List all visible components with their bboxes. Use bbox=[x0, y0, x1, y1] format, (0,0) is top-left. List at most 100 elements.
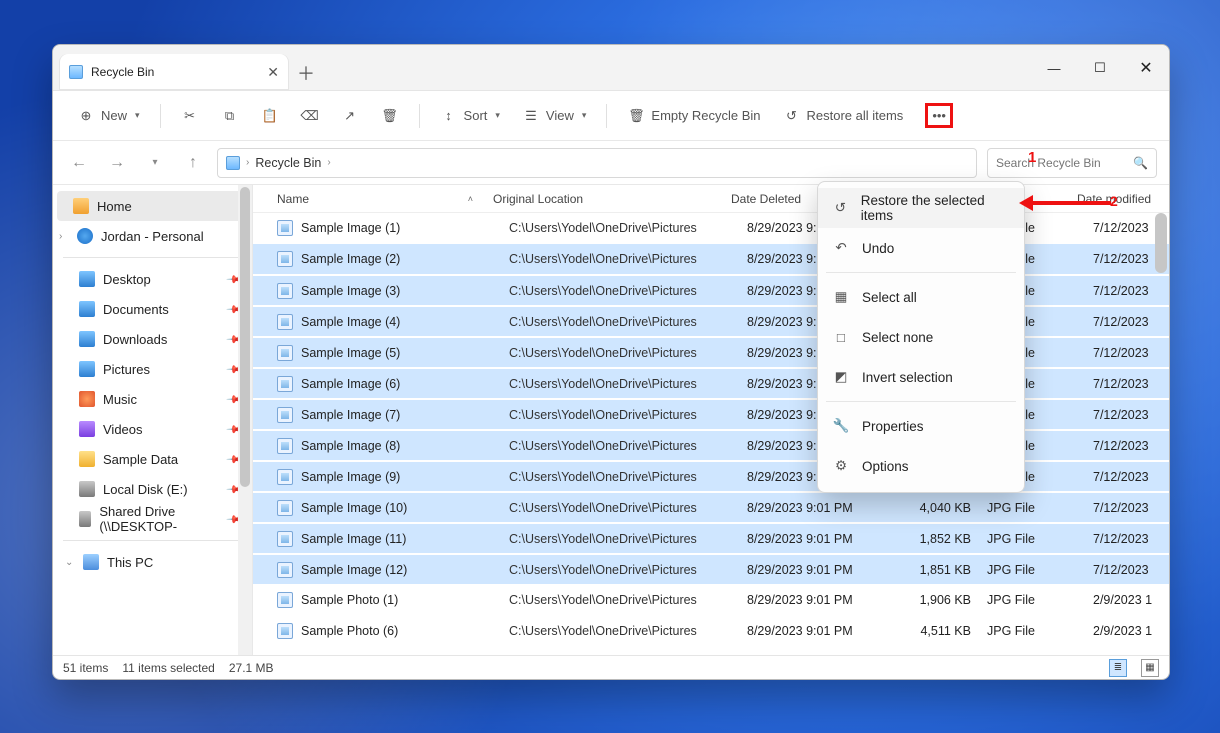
file-row[interactable]: Sample Image (7) C:\Users\Yodel\OneDrive… bbox=[253, 399, 1169, 430]
menu-select-none[interactable]: □ Select none bbox=[818, 317, 1024, 357]
history-chevron-icon[interactable]: ▾ bbox=[141, 149, 169, 177]
home-icon bbox=[73, 198, 89, 214]
cell-original-location: C:\Users\Yodel\OneDrive\Pictures bbox=[509, 315, 747, 329]
sidebar-label: Documents bbox=[103, 302, 169, 317]
separator bbox=[63, 540, 242, 541]
sidebar-label: Videos bbox=[103, 422, 143, 437]
wrench-icon: 🔧 bbox=[832, 417, 850, 435]
cut-button[interactable]: ✂ bbox=[173, 99, 207, 133]
cell-name: Sample Image (5) bbox=[301, 346, 509, 360]
file-row[interactable]: Sample Image (9) C:\Users\Yodel\OneDrive… bbox=[253, 461, 1169, 492]
sidebar-item[interactable]: Sample Data 📌 bbox=[53, 444, 252, 474]
tab-close-icon[interactable]: ✕ bbox=[267, 64, 279, 81]
more-button[interactable]: ••• bbox=[917, 99, 961, 133]
view-button[interactable]: ☰ View ▾ bbox=[514, 99, 594, 133]
maximize-button[interactable]: ☐ bbox=[1077, 45, 1123, 91]
empty-recycle-bin-button[interactable]: 🗑 Empty Recycle Bin bbox=[619, 99, 768, 133]
sidebar-label: Desktop bbox=[103, 272, 151, 287]
sidebar-item[interactable]: Downloads 📌 bbox=[53, 324, 252, 354]
sidebar: Home › Jordan - Personal Desktop 📌 Docum… bbox=[53, 185, 253, 655]
sidebar-scrollbar[interactable] bbox=[238, 185, 252, 655]
menu-invert-selection[interactable]: ◩ Invert selection bbox=[818, 357, 1024, 397]
cell-size: 4,040 KB bbox=[907, 501, 977, 515]
scrollbar-thumb[interactable] bbox=[1155, 213, 1167, 273]
gear-icon: ⚙ bbox=[832, 457, 850, 475]
details-view-button[interactable]: ≣ bbox=[1109, 659, 1127, 677]
menu-options[interactable]: ⚙ Options bbox=[818, 446, 1024, 486]
close-button[interactable]: ✕ bbox=[1123, 45, 1169, 91]
file-row[interactable]: Sample Image (10) C:\Users\Yodel\OneDriv… bbox=[253, 492, 1169, 523]
chevron-down-icon: ▾ bbox=[135, 110, 140, 121]
tab-recycle-bin[interactable]: Recycle Bin ✕ bbox=[59, 54, 289, 90]
new-tab-button[interactable]: ＋ bbox=[289, 56, 323, 90]
select-none-icon: □ bbox=[832, 328, 850, 346]
explorer-window: Recycle Bin ✕ ＋ — ☐ ✕ ⊕ New ▾ ✂ ⧉ 📋 ⌫ ↗ … bbox=[52, 44, 1170, 680]
file-row[interactable]: Sample Photo (6) C:\Users\Yodel\OneDrive… bbox=[253, 616, 1169, 647]
chevron-down-icon: ▾ bbox=[582, 110, 587, 121]
copy-icon: ⧉ bbox=[221, 107, 239, 125]
search-box[interactable]: 🔍 bbox=[987, 148, 1157, 178]
sidebar-item[interactable]: Pictures 📌 bbox=[53, 354, 252, 384]
file-row[interactable]: Sample Image (4) C:\Users\Yodel\OneDrive… bbox=[253, 306, 1169, 337]
file-row[interactable]: Sample Image (6) C:\Users\Yodel\OneDrive… bbox=[253, 368, 1169, 399]
rename-button[interactable]: ⌫ bbox=[293, 99, 327, 133]
folder-icon bbox=[79, 391, 95, 407]
chevron-down-icon: ⌄ bbox=[65, 557, 75, 568]
more-menu: ↺ Restore the selected items ↶ Undo ▦ Se… bbox=[817, 181, 1025, 493]
sidebar-item[interactable]: Videos 📌 bbox=[53, 414, 252, 444]
cell-original-location: C:\Users\Yodel\OneDrive\Pictures bbox=[509, 408, 747, 422]
sidebar-item-onedrive[interactable]: › Jordan - Personal bbox=[53, 221, 252, 251]
delete-button[interactable]: 🗑 bbox=[373, 99, 407, 133]
cell-size: 4,511 KB bbox=[907, 624, 977, 638]
col-name[interactable]: Name ˄ bbox=[277, 192, 493, 206]
sidebar-item-home[interactable]: Home bbox=[57, 191, 248, 221]
col-original-location[interactable]: Original Location bbox=[493, 192, 731, 206]
sidebar-item[interactable]: Shared Drive (\\DESKTOP- 📌 bbox=[53, 504, 252, 534]
file-row[interactable]: Sample Image (2) C:\Users\Yodel\OneDrive… bbox=[253, 244, 1169, 275]
file-row[interactable]: Sample Image (3) C:\Users\Yodel\OneDrive… bbox=[253, 275, 1169, 306]
forward-button[interactable]: → bbox=[103, 149, 131, 177]
restore-all-button[interactable]: ↺ Restore all items bbox=[775, 99, 912, 133]
sidebar-item[interactable]: Music 📌 bbox=[53, 384, 252, 414]
search-input[interactable] bbox=[996, 156, 1127, 170]
share-button[interactable]: ↗ bbox=[333, 99, 367, 133]
menu-label: Restore the selected items bbox=[861, 193, 1010, 223]
paste-button[interactable]: 📋 bbox=[253, 99, 287, 133]
file-row[interactable]: Sample Image (8) C:\Users\Yodel\OneDrive… bbox=[253, 430, 1169, 461]
new-button[interactable]: ⊕ New ▾ bbox=[69, 99, 148, 133]
file-row[interactable]: Sample Image (12) C:\Users\Yodel\OneDriv… bbox=[253, 554, 1169, 585]
sidebar-item-thispc[interactable]: ⌄ This PC bbox=[53, 547, 252, 577]
minimize-button[interactable]: — bbox=[1031, 45, 1077, 91]
cell-type: JPG File bbox=[977, 501, 1077, 515]
scrollbar-thumb[interactable] bbox=[240, 187, 250, 487]
address-bar[interactable]: › Recycle Bin › bbox=[217, 148, 977, 178]
ellipsis-icon: ••• bbox=[925, 103, 953, 128]
list-scrollbar[interactable] bbox=[1153, 185, 1169, 655]
file-icon bbox=[277, 623, 293, 639]
back-button[interactable]: ← bbox=[65, 149, 93, 177]
menu-select-all[interactable]: ▦ Select all bbox=[818, 277, 1024, 317]
menu-properties[interactable]: 🔧 Properties bbox=[818, 406, 1024, 446]
file-row[interactable]: Sample Image (5) C:\Users\Yodel\OneDrive… bbox=[253, 337, 1169, 368]
sort-button[interactable]: ↕ Sort ▾ bbox=[432, 99, 508, 133]
cell-name: Sample Image (1) bbox=[301, 221, 509, 235]
file-row[interactable]: Sample Image (1) C:\Users\Yodel\OneDrive… bbox=[253, 213, 1169, 244]
file-row[interactable]: Sample Photo (1) C:\Users\Yodel\OneDrive… bbox=[253, 585, 1169, 616]
sidebar-item[interactable]: Documents 📌 bbox=[53, 294, 252, 324]
clipboard-icon: 📋 bbox=[261, 107, 279, 125]
sidebar-item[interactable]: Local Disk (E:) 📌 bbox=[53, 474, 252, 504]
annotation-1: 1 bbox=[1028, 149, 1036, 166]
cell-type: JPG File bbox=[977, 593, 1077, 607]
sidebar-item[interactable]: Desktop 📌 bbox=[53, 264, 252, 294]
cloud-icon bbox=[77, 228, 93, 244]
copy-button[interactable]: ⧉ bbox=[213, 99, 247, 133]
cell-name: Sample Image (11) bbox=[301, 532, 509, 546]
view-icon: ☰ bbox=[522, 107, 540, 125]
menu-restore-selected[interactable]: ↺ Restore the selected items bbox=[818, 188, 1024, 228]
thumbnails-view-button[interactable]: ▦ bbox=[1141, 659, 1159, 677]
sidebar-label: Music bbox=[103, 392, 137, 407]
file-row[interactable]: Sample Image (11) C:\Users\Yodel\OneDriv… bbox=[253, 523, 1169, 554]
up-button[interactable]: ↑ bbox=[179, 149, 207, 177]
menu-undo[interactable]: ↶ Undo bbox=[818, 228, 1024, 268]
cell-date-deleted: 8/29/2023 9:01 PM bbox=[747, 624, 907, 638]
